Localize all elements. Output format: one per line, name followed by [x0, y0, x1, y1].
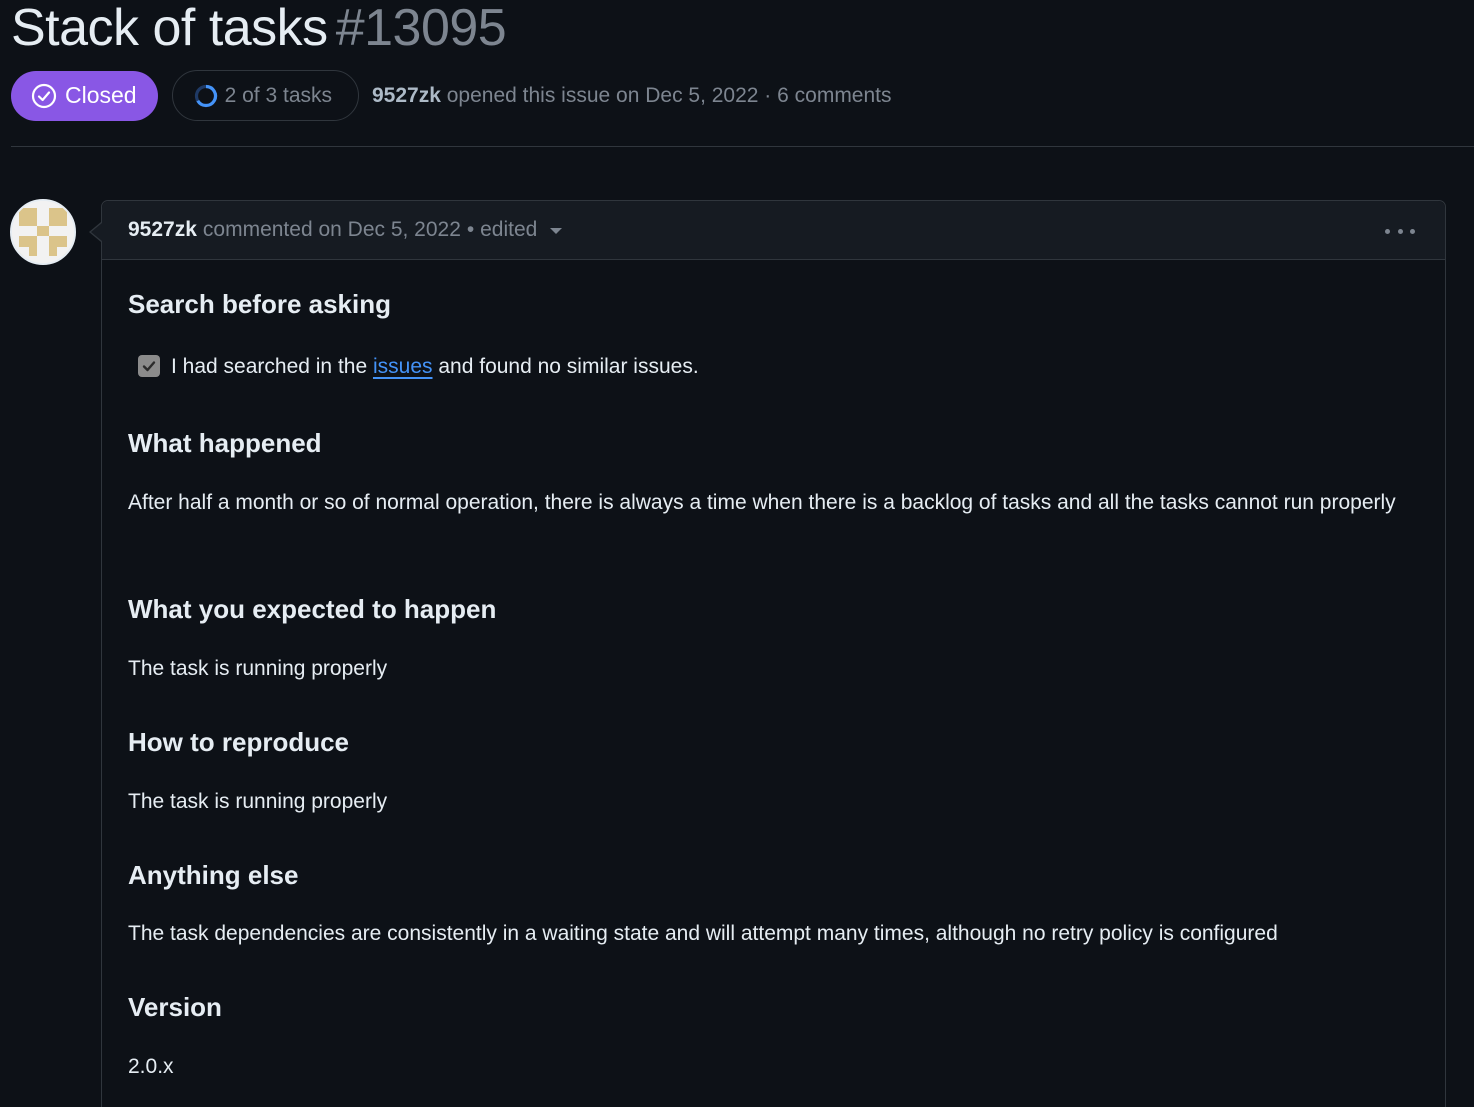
heading-how-to-reproduce: How to reproduce: [128, 727, 350, 757]
anything-else-text: The task dependencies are consistently i…: [128, 922, 1278, 945]
issues-link[interactable]: issues: [373, 355, 433, 378]
comment-author-link[interactable]: 9527zk: [128, 218, 197, 242]
issue-opened-text: opened this issue on Dec 5, 2022 · 6 com…: [446, 83, 892, 107]
tasks-progress-pill[interactable]: 2 of 3 tasks: [171, 70, 359, 121]
version-text: 2.0.x: [128, 1055, 174, 1078]
reproduce-text: The task is running properly: [128, 790, 388, 813]
heading-what-happened: What happened: [128, 428, 322, 458]
check-circle-icon: [31, 83, 57, 108]
issue-page: Stack of tasks #13095 Closed 2 of 3 tasks…: [0, 0, 1474, 1107]
kebab-horizontal-icon[interactable]: [1385, 223, 1415, 239]
header-divider: [11, 146, 1474, 147]
checkbox-text-before: I had searched in the: [171, 355, 368, 378]
comment-timestamp[interactable]: commented on Dec 5, 2022: [203, 218, 461, 242]
issue-meta-row: Closed 2 of 3 tasks 9527zk opened this i…: [11, 70, 892, 121]
heading-version: Version: [128, 992, 222, 1022]
issue-title: Stack of tasks: [11, 0, 328, 57]
what-happened-text: After half a month or so of normal opera…: [128, 491, 1396, 514]
state-label: Closed: [65, 82, 137, 108]
identicon-avatar-image: [12, 201, 74, 263]
issue-opened-meta: 9527zk opened this issue on Dec 5, 2022 …: [372, 84, 892, 108]
comment-edited-label[interactable]: • edited: [467, 218, 537, 242]
state-badge: Closed: [11, 70, 158, 121]
issue-title-row: Stack of tasks #13095: [11, 0, 507, 62]
avatar[interactable]: [10, 199, 76, 265]
comment-header: 9527zk commented on Dec 5, 2022 • edited: [102, 201, 1445, 260]
heading-anything-else: Anything else: [128, 860, 299, 890]
comment-pointer-fill: [91, 223, 102, 241]
issue-author-link[interactable]: 9527zk: [372, 84, 441, 107]
checkbox-icon: [142, 361, 156, 372]
heading-what-you-expected: What you expected to happen: [128, 594, 497, 624]
checkbox-label: I had searched in the issues and found n…: [171, 350, 699, 383]
caret-down-icon[interactable]: [549, 225, 563, 235]
search-checkbox[interactable]: [138, 355, 160, 377]
tasks-label: 2 of 3 tasks: [224, 83, 332, 107]
expected-text: The task is running properly: [128, 657, 388, 680]
checkbox-text-after: and found no similar issues.: [438, 355, 699, 378]
progress-ring-icon: [194, 84, 217, 107]
heading-search-before-asking: Search before asking: [128, 289, 391, 319]
issue-number: #13095: [335, 0, 507, 57]
